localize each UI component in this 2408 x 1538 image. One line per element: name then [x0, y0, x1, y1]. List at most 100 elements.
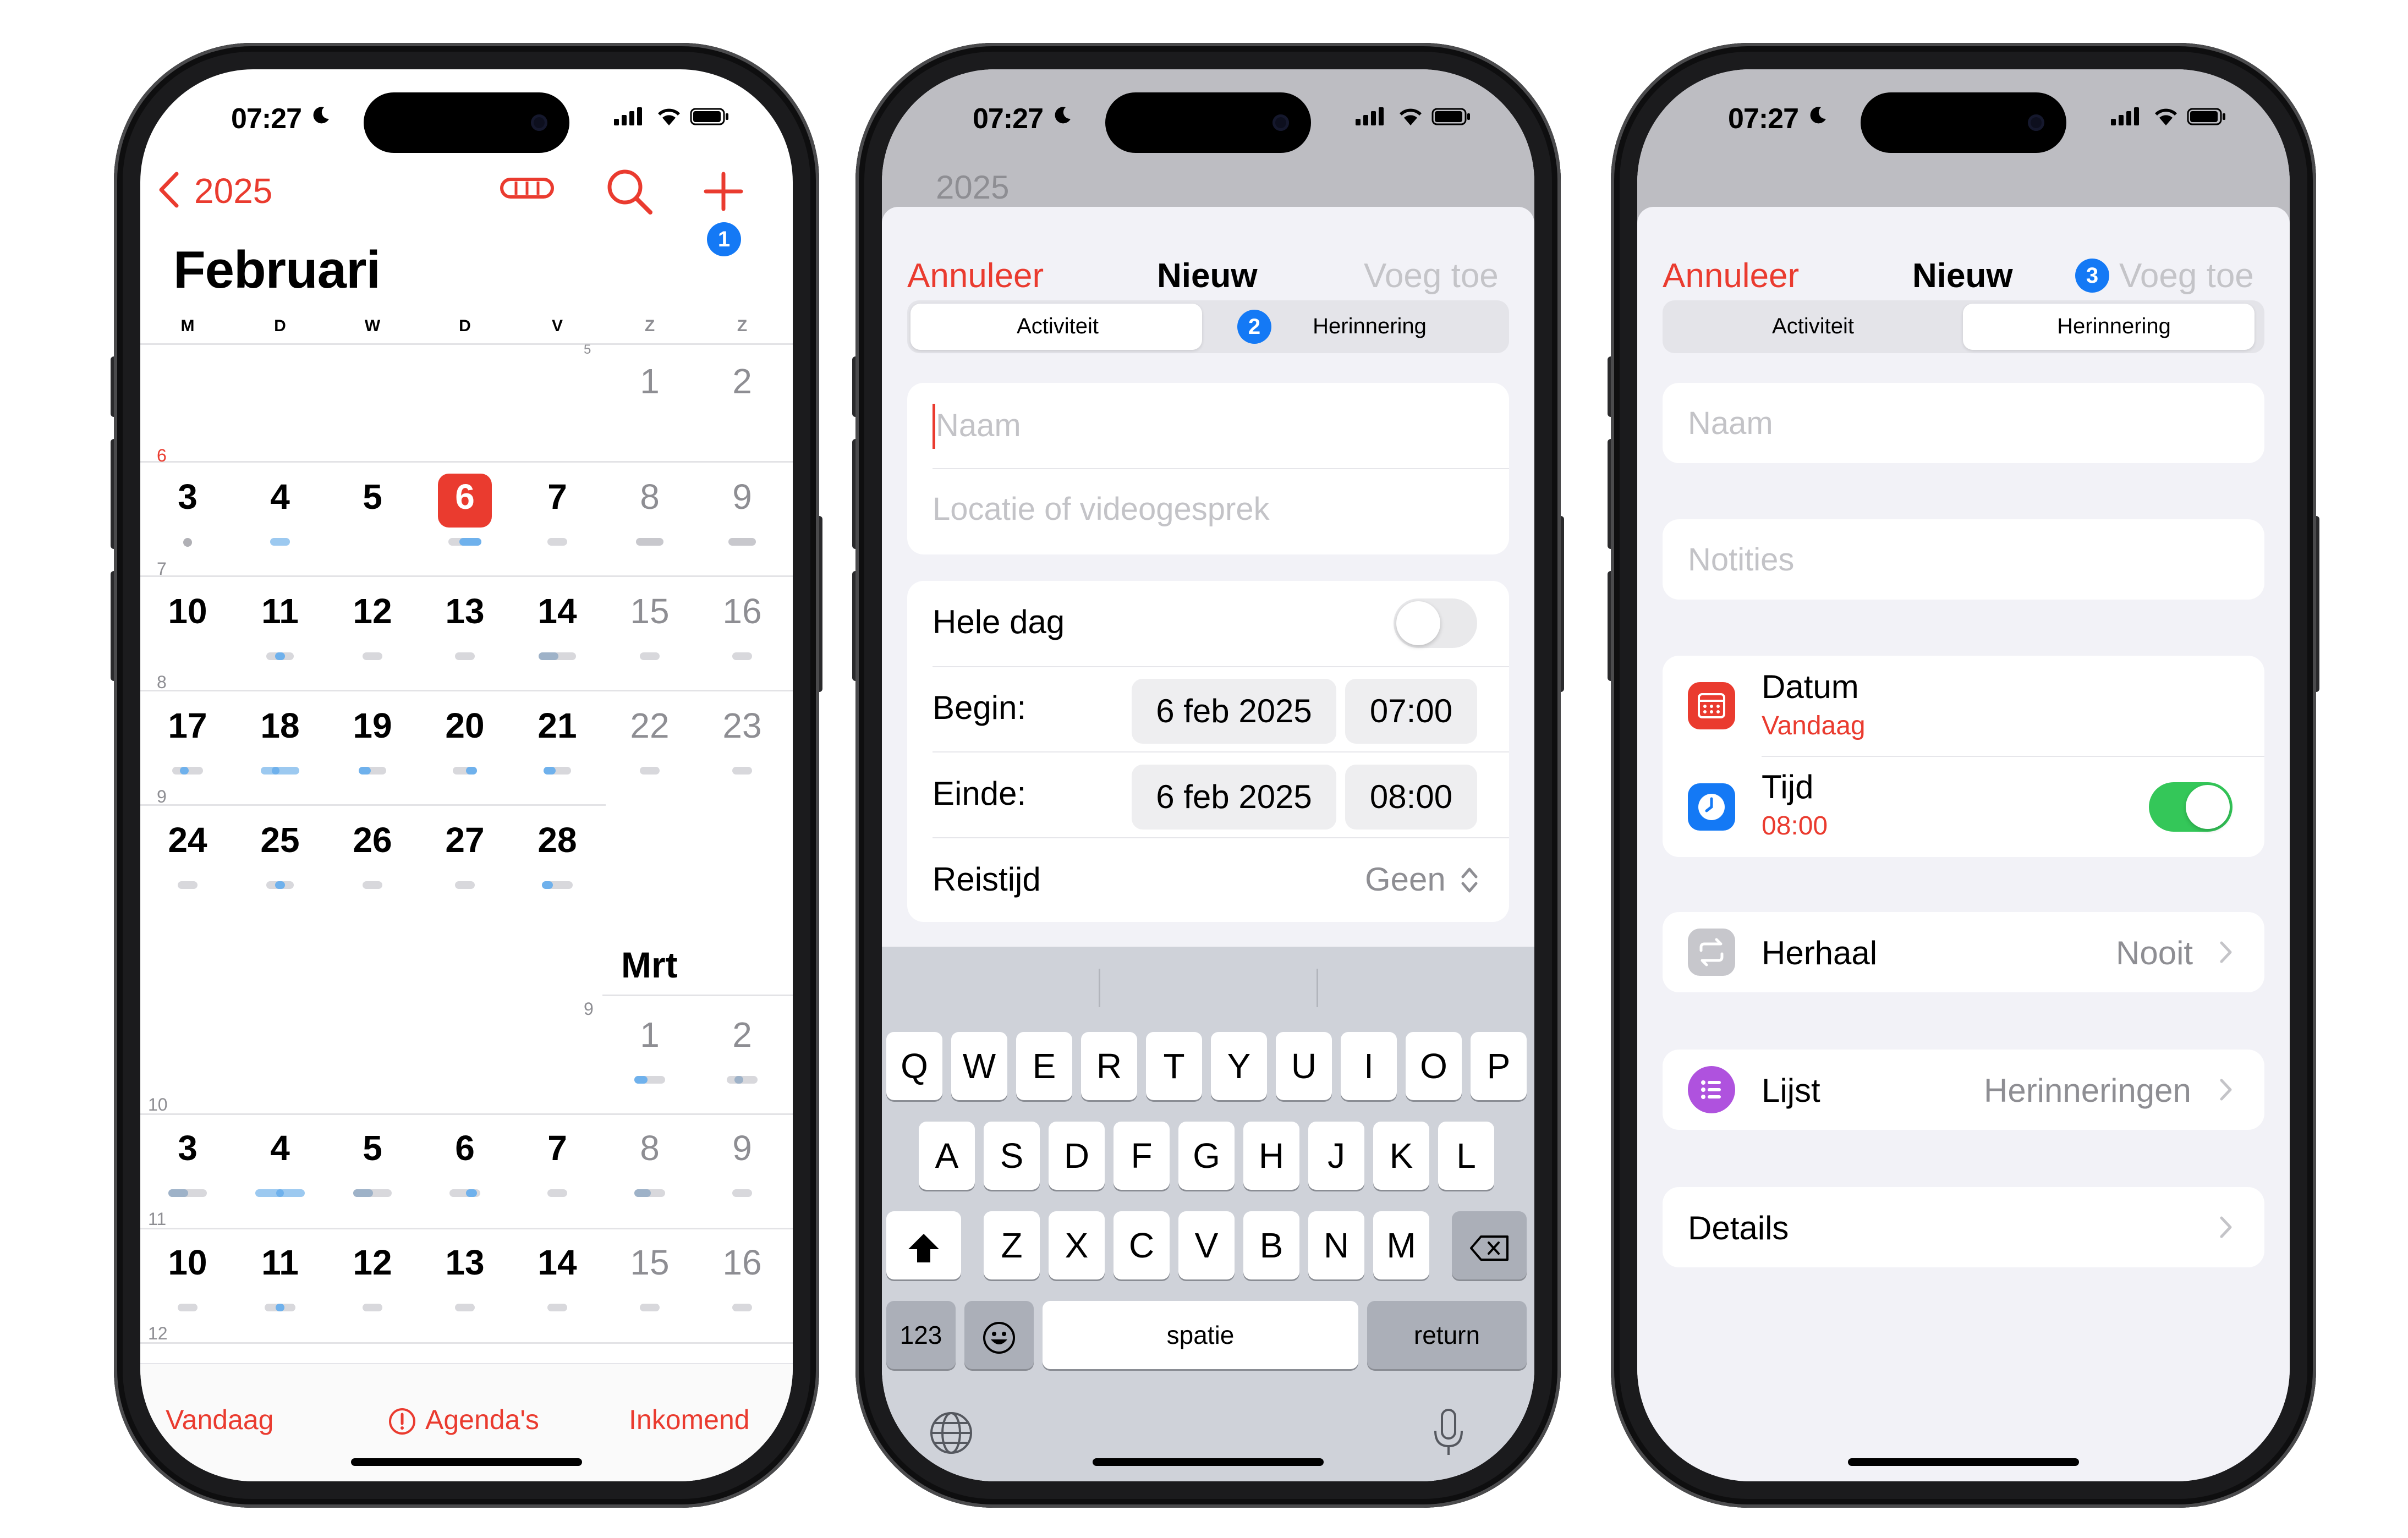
day-cell[interactable]: 11: [253, 1242, 308, 1283]
day-cell[interactable]: 20: [437, 705, 492, 746]
day-cell[interactable]: 26: [345, 820, 400, 860]
key[interactable]: G: [1178, 1122, 1235, 1190]
globe-icon[interactable]: [928, 1410, 974, 1456]
repeat-row[interactable]: Herhaal Nooit: [1663, 912, 2264, 992]
time-toggle[interactable]: [2149, 782, 2233, 832]
key[interactable]: J: [1308, 1122, 1364, 1190]
day-cell[interactable]: 10: [160, 591, 215, 631]
day-cell[interactable]: 2: [715, 1014, 770, 1055]
key[interactable]: B: [1243, 1211, 1299, 1279]
day-cell[interactable]: 16: [715, 591, 770, 631]
add-event-icon[interactable]: [704, 172, 743, 211]
day-cell[interactable]: 16: [715, 1242, 770, 1283]
cancel-button[interactable]: Annuleer: [907, 256, 1044, 295]
day-cell[interactable]: 4: [253, 476, 308, 517]
key[interactable]: V: [1178, 1211, 1235, 1279]
key[interactable]: R: [1081, 1032, 1137, 1100]
day-cell[interactable]: 11: [253, 591, 308, 631]
key[interactable]: U: [1276, 1032, 1332, 1100]
name-input[interactable]: Naam: [1688, 405, 1773, 442]
key[interactable]: M: [1373, 1211, 1429, 1279]
space-key[interactable]: spatie: [1043, 1301, 1358, 1369]
key[interactable]: I: [1341, 1032, 1397, 1100]
day-cell[interactable]: 8: [622, 476, 677, 517]
key[interactable]: T: [1146, 1032, 1202, 1100]
day-cell[interactable]: 13: [437, 1242, 492, 1283]
key[interactable]: L: [1438, 1122, 1494, 1190]
day-cell[interactable]: 15: [622, 591, 677, 631]
key[interactable]: F: [1114, 1122, 1170, 1190]
key[interactable]: X: [1049, 1211, 1105, 1279]
day-cell[interactable]: 3: [160, 1128, 215, 1168]
key[interactable]: S: [984, 1122, 1040, 1190]
key[interactable]: N: [1308, 1211, 1364, 1279]
day-cell[interactable]: 17: [160, 705, 215, 746]
day-cell[interactable]: 22: [622, 705, 677, 746]
key[interactable]: P: [1471, 1032, 1527, 1100]
day-cell[interactable]: 5: [345, 476, 400, 517]
return-key[interactable]: return: [1367, 1301, 1527, 1369]
day-cell[interactable]: 15: [622, 1242, 677, 1283]
cancel-button[interactable]: Annuleer: [1663, 256, 1799, 295]
day-cell[interactable]: 25: [253, 820, 308, 860]
key[interactable]: Z: [984, 1211, 1040, 1279]
microphone-icon[interactable]: [1432, 1408, 1465, 1458]
day-cell[interactable]: 10: [160, 1242, 215, 1283]
time-value[interactable]: 08:00: [1762, 811, 1828, 841]
view-toggle-icon[interactable]: [500, 177, 555, 199]
day-cell[interactable]: 2: [715, 361, 770, 402]
numbers-key[interactable]: 123: [886, 1301, 956, 1369]
end-time-pill[interactable]: 08:00: [1345, 765, 1477, 830]
day-cell[interactable]: 4: [253, 1128, 308, 1168]
day-cell[interactable]: 6: [437, 1128, 492, 1168]
day-cell[interactable]: 5: [345, 1128, 400, 1168]
day-cell[interactable]: 13: [437, 591, 492, 631]
key[interactable]: Y: [1211, 1032, 1267, 1100]
list-row[interactable]: Lijst Herinneringen: [1663, 1050, 2264, 1130]
segment-activity[interactable]: Activiteit: [1663, 314, 1963, 339]
key[interactable]: Q: [886, 1032, 942, 1100]
segment-activity[interactable]: Activiteit: [907, 314, 1208, 339]
day-cell[interactable]: 12: [345, 591, 400, 631]
key[interactable]: A: [919, 1122, 975, 1190]
day-cell[interactable]: 12: [345, 1242, 400, 1283]
location-input[interactable]: Locatie of videogesprek: [933, 491, 1270, 528]
name-input[interactable]: Naam: [936, 407, 1021, 444]
day-cell-today[interactable]: 6: [437, 476, 492, 517]
key[interactable]: D: [1049, 1122, 1105, 1190]
key[interactable]: O: [1406, 1032, 1462, 1100]
add-button[interactable]: Voeg toe: [2119, 256, 2254, 295]
key[interactable]: E: [1016, 1032, 1072, 1100]
day-cell[interactable]: 18: [253, 705, 308, 746]
key[interactable]: W: [951, 1032, 1007, 1100]
back-chevron-icon[interactable]: [157, 171, 181, 209]
day-cell[interactable]: 9: [715, 1128, 770, 1168]
travel-time-value[interactable]: Geen: [1365, 860, 1446, 898]
day-cell[interactable]: 7: [530, 1128, 585, 1168]
segment-reminder[interactable]: Herinnering: [1963, 314, 2264, 339]
calendars-button[interactable]: Agenda's: [425, 1404, 539, 1436]
start-time-pill[interactable]: 07:00: [1345, 679, 1477, 744]
day-cell[interactable]: 27: [437, 820, 492, 860]
day-cell[interactable]: 1: [622, 361, 677, 402]
back-to-year-button[interactable]: 2025: [194, 171, 272, 211]
day-cell[interactable]: 8: [622, 1128, 677, 1168]
add-button[interactable]: Voeg toe: [1364, 256, 1499, 295]
today-button[interactable]: Vandaag: [166, 1404, 273, 1436]
end-date-pill[interactable]: 6 feb 2025: [1132, 765, 1336, 830]
day-cell[interactable]: 7: [530, 476, 585, 517]
inbox-button[interactable]: Inkomend: [629, 1404, 750, 1436]
day-cell[interactable]: 24: [160, 820, 215, 860]
day-cell[interactable]: 9: [715, 476, 770, 517]
chevron-updown-icon[interactable]: [1460, 864, 1479, 897]
details-row[interactable]: Details: [1663, 1187, 2264, 1267]
day-cell[interactable]: 3: [160, 476, 215, 517]
day-cell[interactable]: 14: [530, 591, 585, 631]
emoji-key[interactable]: [964, 1301, 1034, 1369]
shift-key[interactable]: [886, 1211, 961, 1279]
segment-reminder[interactable]: Herinnering: [1208, 314, 1509, 339]
day-cell[interactable]: 14: [530, 1242, 585, 1283]
day-cell[interactable]: 23: [715, 705, 770, 746]
key[interactable]: H: [1243, 1122, 1299, 1190]
key[interactable]: K: [1373, 1122, 1429, 1190]
